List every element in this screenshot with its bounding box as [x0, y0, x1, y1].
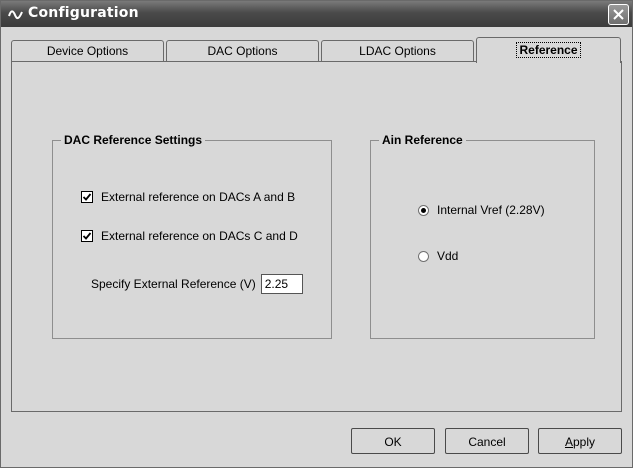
dac-reference-title: DAC Reference Settings	[61, 132, 206, 148]
ok-button[interactable]: OK	[351, 428, 435, 454]
apply-button[interactable]: Apply	[538, 428, 622, 454]
tab-dac-options[interactable]: DAC Options	[166, 40, 319, 62]
checkmark-icon	[82, 193, 92, 201]
internal-vref-row: Internal Vref (2.28V)	[418, 203, 545, 217]
tab-label: DAC Options	[207, 44, 278, 58]
vdd-label[interactable]: Vdd	[437, 249, 458, 263]
ext-ref-ab-label[interactable]: External reference on DACs A and B	[101, 190, 295, 204]
apply-label-rest: pply	[573, 435, 596, 449]
dac-reference-group: DAC Reference Settings External referenc…	[52, 132, 332, 339]
tab-ldac-options[interactable]: LDAC Options	[321, 40, 474, 62]
checkmark-icon	[82, 232, 92, 240]
cancel-button[interactable]: Cancel	[445, 428, 529, 454]
apply-accelerator: A	[564, 435, 573, 449]
vdd-radio[interactable]	[418, 250, 429, 262]
app-wave-icon	[8, 10, 23, 20]
specify-ref-input[interactable]	[260, 274, 303, 294]
window-title: Configuration	[28, 5, 139, 21]
ext-ref-ab-row: External reference on DACs A and B	[81, 190, 295, 204]
vdd-row: Vdd	[418, 249, 458, 263]
internal-vref-label[interactable]: Internal Vref (2.28V)	[437, 203, 545, 217]
tab-reference[interactable]: Reference	[476, 37, 621, 63]
specify-ref-row: Specify External Reference (V)	[91, 274, 303, 294]
tab-device-options[interactable]: Device Options	[11, 40, 164, 62]
configuration-window: Configuration Device Options DAC Options…	[0, 0, 633, 468]
ain-reference-title: Ain Reference	[379, 132, 466, 148]
ext-ref-ab-checkbox[interactable]	[81, 191, 93, 203]
reference-tab-panel: DAC Reference Settings External referenc…	[11, 61, 622, 412]
close-icon	[613, 9, 624, 20]
tab-strip: Device Options DAC Options LDAC Options …	[11, 37, 621, 63]
ext-ref-cd-label[interactable]: External reference on DACs C and D	[101, 229, 298, 243]
ext-ref-cd-row: External reference on DACs C and D	[81, 229, 298, 243]
tab-label: Reference	[516, 42, 581, 58]
specify-ref-label: Specify External Reference (V)	[91, 277, 256, 291]
internal-vref-radio[interactable]	[418, 204, 429, 216]
ext-ref-cd-checkbox[interactable]	[81, 230, 93, 242]
close-button[interactable]	[608, 4, 629, 25]
button-bar: OK Cancel Apply	[1, 412, 632, 467]
tab-label: Device Options	[46, 44, 129, 58]
ain-reference-group: Ain Reference Internal Vref (2.28V) Vdd	[370, 132, 595, 339]
title-bar[interactable]: Configuration	[1, 1, 632, 27]
tab-label: LDAC Options	[359, 44, 436, 58]
